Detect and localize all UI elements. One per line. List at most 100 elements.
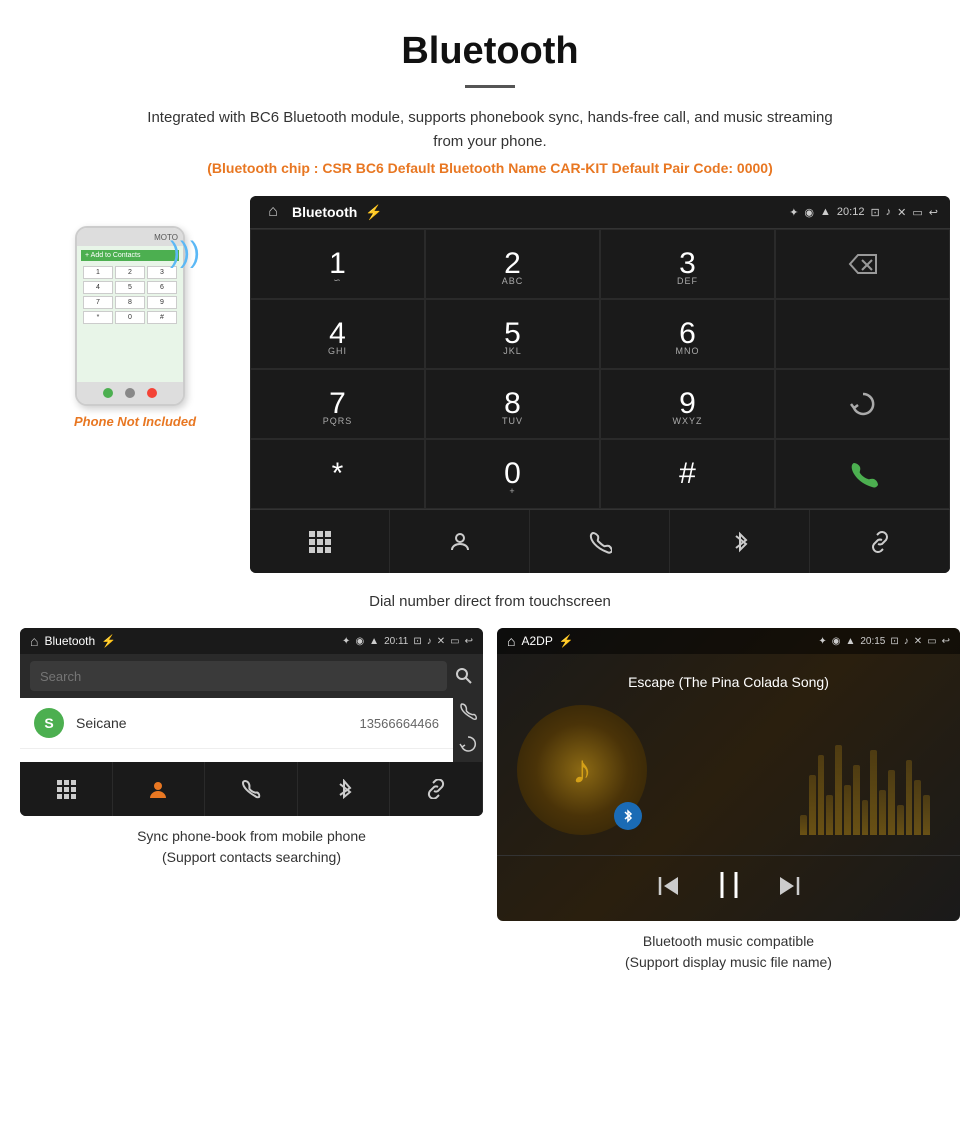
- pb-avatar: S: [34, 708, 64, 738]
- dial-key-star[interactable]: *: [250, 439, 425, 509]
- close-icon[interactable]: ✕: [897, 206, 906, 219]
- pb-signal-icon: ▲: [369, 636, 379, 647]
- music-close-icon[interactable]: ✕: [914, 636, 922, 647]
- back-icon[interactable]: ↩: [929, 206, 938, 219]
- dial-delete-button[interactable]: [775, 229, 950, 299]
- music-screenshot: ⌂ A2DP ⚡ ✦ ◉ ▲ 20:15 ⊡ ♪ ✕ ▭ ↩: [497, 628, 960, 921]
- music-home-icon: ⌂: [507, 633, 515, 649]
- dial-key-0[interactable]: 0 +: [425, 439, 600, 509]
- music-song-title: Escape (The Pina Colada Song): [628, 674, 829, 690]
- dial-status-bar: ⌂ Bluetooth ⚡ ✦ ◉ ▲ 20:12 ⊡ ♪ ✕ ▭ ↩: [250, 196, 950, 229]
- dial-key-3[interactable]: 3 DEF: [600, 229, 775, 299]
- dial-apps-icon[interactable]: [250, 510, 390, 573]
- dial-key-9[interactable]: 9 WXYZ: [600, 369, 775, 439]
- phone-key-2[interactable]: 2: [115, 266, 145, 279]
- dial-key-4[interactable]: 4 GHI: [250, 299, 425, 369]
- header-divider: [465, 85, 515, 88]
- dial-contacts-icon[interactable]: [390, 510, 530, 573]
- pb-contact-name: Seicane: [76, 715, 347, 731]
- phone-key-1[interactable]: 1: [83, 266, 113, 279]
- dial-status-left: ⌂ Bluetooth ⚡: [262, 202, 383, 222]
- music-play-button[interactable]: [712, 868, 746, 909]
- bottom-row: ⌂ Bluetooth ⚡ ✦ ◉ ▲ 20:11 ⊡ ♪ ✕ ▭ ↩: [20, 628, 960, 973]
- phone-key-star[interactable]: *: [83, 311, 113, 324]
- pb-window-icon: ▭: [450, 636, 459, 647]
- dial-call-button[interactable]: [775, 439, 950, 509]
- pb-nav-bluetooth[interactable]: [298, 762, 391, 816]
- music-usb-icon: ⚡: [559, 634, 574, 648]
- pb-nav-link[interactable]: [390, 762, 483, 816]
- dial-link-icon[interactable]: [810, 510, 950, 573]
- dial-phone-icon[interactable]: [530, 510, 670, 573]
- dial-empty-1: [775, 299, 950, 369]
- pb-contact-number: 13566664466: [359, 716, 439, 731]
- dial-key-5[interactable]: 5 JKL: [425, 299, 600, 369]
- dial-status-right: ✦ ◉ ▲ 20:12 ⊡ ♪ ✕ ▭ ↩: [789, 206, 938, 219]
- music-caption: Bluetooth music compatible(Support displ…: [625, 931, 832, 973]
- location-icon: ◉: [804, 206, 814, 219]
- pb-status-left: ⌂ Bluetooth ⚡: [30, 633, 116, 649]
- home-icon: ⌂: [262, 202, 284, 222]
- music-prev-button[interactable]: [656, 873, 682, 905]
- pb-time: 20:11: [384, 636, 408, 647]
- pb-right-phone-icon[interactable]: [459, 702, 477, 725]
- music-status-left: ⌂ A2DP ⚡: [507, 633, 574, 649]
- dial-key-hash[interactable]: #: [600, 439, 775, 509]
- phone-bottom-bar: [77, 382, 183, 404]
- music-camera-icon: ⊡: [890, 636, 898, 647]
- phone-key-6[interactable]: 6: [147, 281, 177, 294]
- pb-home-icon: ⌂: [30, 633, 38, 649]
- music-volume-icon: ♪: [904, 636, 909, 647]
- usb-icon: ⚡: [365, 204, 382, 221]
- dial-refresh-button[interactable]: [775, 369, 950, 439]
- phone-key-0[interactable]: 0: [115, 311, 145, 324]
- music-next-button[interactable]: [776, 873, 802, 905]
- dial-key-2[interactable]: 2 ABC: [425, 229, 600, 299]
- phone-key-9[interactable]: 9: [147, 296, 177, 309]
- dial-key-6[interactable]: 6 MNO: [600, 299, 775, 369]
- pb-status-bar: ⌂ Bluetooth ⚡ ✦ ◉ ▲ 20:11 ⊡ ♪ ✕ ▭ ↩: [20, 628, 483, 654]
- pb-close-icon[interactable]: ✕: [437, 636, 445, 647]
- music-album-art: ♪: [517, 705, 647, 835]
- pb-volume-icon: ♪: [427, 636, 432, 647]
- music-content: Escape (The Pina Colada Song) ♪: [497, 654, 960, 855]
- pb-search-input[interactable]: [30, 661, 447, 691]
- music-controls: [497, 855, 960, 921]
- phone-home-button[interactable]: [125, 388, 135, 398]
- music-back-icon[interactable]: ↩: [942, 636, 950, 647]
- pb-bt-icon: ✦: [342, 636, 350, 647]
- pb-contacts-area: S Seicane 13566664466: [20, 698, 483, 762]
- pb-nav-phone[interactable]: [205, 762, 298, 816]
- pb-usb-icon: ⚡: [101, 634, 116, 648]
- phone-end-button[interactable]: [147, 388, 157, 398]
- dial-grid: 1 ∽ 2 ABC 3 DEF 4 GHI: [250, 229, 950, 509]
- pb-nav-contacts[interactable]: [113, 762, 206, 816]
- dial-key-1[interactable]: 1 ∽: [250, 229, 425, 299]
- phone-key-4[interactable]: 4: [83, 281, 113, 294]
- music-time: 20:15: [860, 636, 885, 647]
- phone-key-8[interactable]: 8: [115, 296, 145, 309]
- pb-nav-apps[interactable]: [20, 762, 113, 816]
- pb-right-icons: [453, 698, 483, 762]
- music-bt-badge-icon: [614, 802, 642, 830]
- phone-keypad: 1 2 3 4 5 6 7 8 9 * 0 #: [81, 264, 179, 326]
- pb-right-refresh-icon[interactable]: [459, 735, 477, 758]
- dial-key-8[interactable]: 8 TUV: [425, 369, 600, 439]
- header-specs: (Bluetooth chip : CSR BC6 Default Blueto…: [40, 160, 940, 176]
- bluetooth-waves-icon: ))): [170, 236, 200, 270]
- phone-key-hash[interactable]: #: [147, 311, 177, 324]
- pb-location-icon: ◉: [355, 636, 364, 647]
- pb-search-bar: [20, 654, 483, 698]
- dial-key-7[interactable]: 7 PQRS: [250, 369, 425, 439]
- phone-key-5[interactable]: 5: [115, 281, 145, 294]
- music-location-icon: ◉: [832, 636, 841, 647]
- dial-bluetooth-nav-icon[interactable]: [670, 510, 810, 573]
- dial-screen-title: Bluetooth: [292, 204, 357, 220]
- signal-icon: ▲: [820, 206, 831, 218]
- pb-contact-row[interactable]: S Seicane 13566664466: [20, 698, 453, 749]
- phone-call-button[interactable]: [103, 388, 113, 398]
- header-description: Integrated with BC6 Bluetooth module, su…: [140, 106, 840, 154]
- pb-back-icon[interactable]: ↩: [465, 636, 473, 647]
- phone-key-7[interactable]: 7: [83, 296, 113, 309]
- top-row: ))) MOTO + Add to Contacts 1 2 3 4 5: [20, 196, 960, 573]
